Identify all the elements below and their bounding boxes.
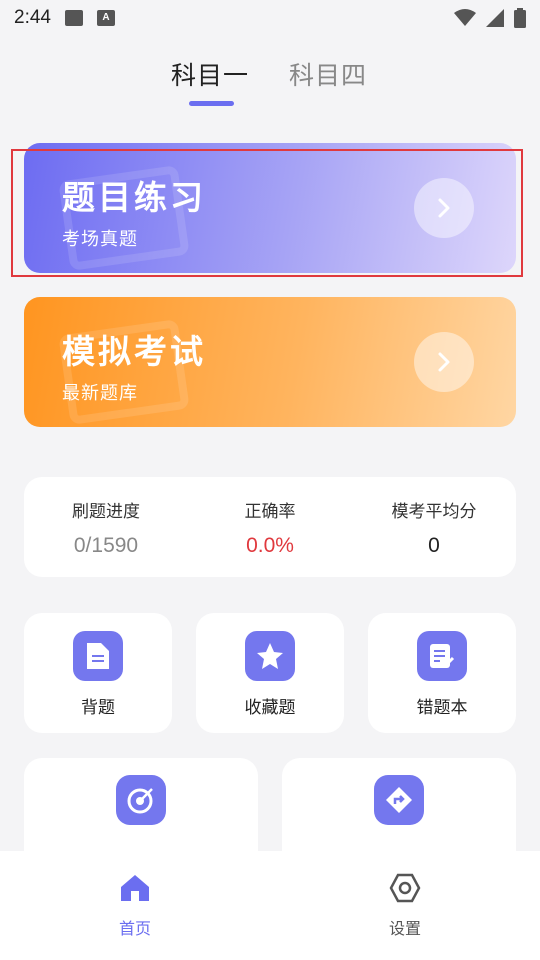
turn-right-sign-icon: [374, 775, 424, 825]
settings-hex-icon: [389, 873, 421, 903]
stat-progress: 刷题进度 0/1590: [24, 497, 188, 558]
stat-label: 正确率: [244, 502, 296, 522]
mock-arrow-button[interactable]: [414, 332, 474, 392]
stat-value: 0: [428, 534, 440, 557]
font-notification-icon: A: [96, 10, 115, 26]
star-icon: [245, 631, 295, 681]
feature-memorize[interactable]: 背题: [24, 613, 172, 733]
tab-subject-one[interactable]: 科目一: [171, 56, 249, 92]
feature-mistakes[interactable]: 错题本: [368, 613, 516, 733]
feature-label: 背题: [81, 698, 115, 718]
chevron-right-icon: [438, 352, 450, 372]
nav-settings[interactable]: 设置: [365, 873, 445, 939]
nav-home-label: 首页: [118, 919, 151, 938]
target-icon: [116, 775, 166, 825]
wifi-icon: [454, 9, 476, 26]
tab-subject-four[interactable]: 科目四: [289, 56, 367, 92]
stat-value: 0.0%: [246, 534, 294, 557]
stat-value: 0/1590: [73, 534, 139, 557]
mock-subtitle: 最新题库: [62, 383, 138, 404]
stat-accuracy: 正确率 0.0%: [188, 497, 352, 558]
highlight-box: [11, 149, 523, 277]
stat-label: 刷题进度: [72, 502, 140, 522]
signal-icon: [486, 9, 504, 27]
status-time: 2:44: [14, 7, 51, 28]
feature-label: 收藏题: [244, 698, 296, 718]
stat-label: 模考平均分: [391, 502, 477, 522]
home-icon: [121, 875, 149, 901]
feature-label: 错题本: [416, 698, 468, 718]
nav-home[interactable]: 首页: [95, 873, 175, 939]
edit-list-icon: [417, 631, 467, 681]
feature-favorites[interactable]: 收藏题: [196, 613, 344, 733]
bottom-navigation: 首页 设置: [0, 851, 540, 960]
stats-panel: 刷题进度 0/1590 正确率 0.0% 模考平均分 0: [24, 477, 516, 577]
stat-average-score: 模考平均分 0: [352, 497, 516, 558]
active-tab-indicator: [189, 101, 234, 106]
status-bar: 2:44 A: [0, 0, 540, 36]
nav-settings-label: 设置: [388, 919, 421, 938]
image-notification-icon: [64, 10, 83, 26]
mock-exam-card[interactable]: 模拟考试 最新题库: [24, 297, 516, 427]
battery-icon: [514, 8, 526, 28]
subject-tabs: 科目一 科目四: [0, 52, 540, 112]
document-icon: [73, 631, 123, 681]
mock-title: 模拟考试: [62, 332, 206, 371]
